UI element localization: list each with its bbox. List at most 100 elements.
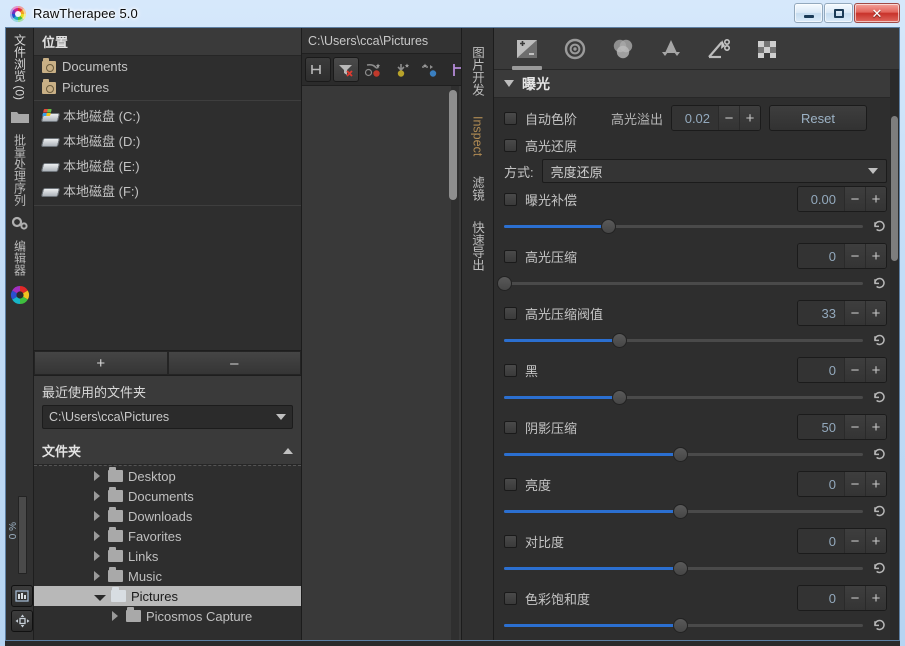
slider-control[interactable]	[504, 332, 863, 348]
slider-checkbox[interactable]	[504, 192, 517, 206]
slider-spinner[interactable]: 0− +	[797, 243, 887, 269]
place-item-pictures[interactable]: Pictures	[34, 77, 301, 98]
place-item-documents[interactable]: Documents	[34, 56, 301, 77]
slider-control[interactable]	[504, 617, 863, 633]
tab-quick-export[interactable]: 快速导出	[468, 211, 487, 281]
slider-spinner[interactable]: 50− +	[797, 414, 887, 440]
slider-increment-button[interactable]: +	[865, 415, 886, 439]
tab-filter[interactable]: 滤镜	[468, 166, 487, 211]
place-item-drive-f[interactable]: 本地磁盘 (F:)	[34, 178, 301, 203]
slider-spinner[interactable]: 33− +	[797, 300, 887, 326]
slider-checkbox[interactable]	[504, 249, 517, 263]
sidebar-tab-batch-queue[interactable]: 批量处理序列	[6, 128, 34, 212]
reset-slider-icon[interactable]	[871, 446, 887, 462]
expand-arrow-icon[interactable]	[94, 531, 103, 541]
slider-decrement-button[interactable]: −	[844, 187, 865, 211]
reset-slider-icon[interactable]	[871, 617, 887, 633]
clip-increment-button[interactable]: +	[739, 106, 761, 130]
reset-slider-icon[interactable]	[871, 560, 887, 576]
exposure-tool-icon[interactable]	[510, 32, 544, 70]
slider-increment-button[interactable]: +	[865, 529, 886, 553]
exposure-section-header[interactable]: 曝光	[494, 70, 899, 98]
slider-checkbox[interactable]	[504, 420, 517, 434]
slider-control[interactable]	[504, 560, 863, 576]
reset-slider-icon[interactable]	[871, 332, 887, 348]
unrated-filter-icon[interactable]	[305, 57, 331, 82]
slider-decrement-button[interactable]: −	[844, 415, 865, 439]
clip-decrement-button[interactable]: −	[718, 106, 740, 130]
reset-slider-icon[interactable]	[871, 389, 887, 405]
slider-checkbox[interactable]	[504, 477, 517, 491]
histogram-icon[interactable]	[11, 585, 33, 607]
thumbnail-scrollbar-track[interactable]	[449, 86, 459, 640]
tree-row[interactable]: Desktop	[34, 466, 301, 486]
place-item-drive-c[interactable]: 本地磁盘 (C:)	[34, 103, 301, 128]
sidebar-tab-editor[interactable]: 编辑器	[6, 234, 34, 282]
slider-increment-button[interactable]: +	[865, 187, 886, 211]
slider-spinner[interactable]: 0− +	[797, 585, 887, 611]
slider-spinner[interactable]: 0.00− +	[797, 186, 887, 212]
slider-control[interactable]	[504, 446, 863, 462]
maximize-button[interactable]	[824, 3, 853, 23]
tree-row[interactable]: Favorites	[34, 526, 301, 546]
color-tool-icon[interactable]	[606, 32, 640, 66]
navigator-pan-icon[interactable]	[11, 610, 33, 632]
slider-checkbox[interactable]	[504, 591, 517, 605]
green-label-filter-icon[interactable]	[417, 57, 443, 82]
place-item-drive-e[interactable]: 本地磁盘 (E:)	[34, 153, 301, 178]
place-item-drive-d[interactable]: 本地磁盘 (D:)	[34, 128, 301, 153]
slider-control[interactable]	[504, 503, 863, 519]
thumbnail-grid[interactable]	[302, 86, 461, 640]
slider-increment-button[interactable]: +	[865, 301, 886, 325]
tree-row[interactable]: Documents	[34, 486, 301, 506]
expand-arrow-icon[interactable]	[94, 571, 103, 581]
expand-arrow-icon[interactable]	[94, 471, 103, 481]
slider-decrement-button[interactable]: −	[844, 244, 865, 268]
reset-slider-icon[interactable]	[871, 218, 887, 234]
expand-arrow-icon[interactable]	[94, 551, 103, 561]
tree-row[interactable]: Links	[34, 546, 301, 566]
slider-spinner[interactable]: 0− +	[797, 528, 887, 554]
tree-row[interactable]: Downloads	[34, 506, 301, 526]
reset-button[interactable]: Reset	[769, 105, 868, 131]
thumbnail-scrollbar-thumb[interactable]	[449, 90, 457, 200]
slider-checkbox[interactable]	[504, 306, 517, 320]
raw-tool-icon[interactable]	[702, 32, 736, 66]
tool-panel-scrollbar-track[interactable]	[890, 70, 899, 640]
method-dropdown[interactable]: 亮度还原	[541, 159, 887, 183]
tab-image-develop[interactable]: 图片开发	[468, 36, 487, 106]
tree-row[interactable]: Picosmos Capture	[34, 606, 301, 626]
blue-label-filter-icon[interactable]	[445, 57, 461, 82]
folder-tree[interactable]: Desktop Documents Downloads Favorites Li…	[34, 465, 301, 640]
expand-arrow-icon[interactable]	[94, 491, 103, 501]
recent-folders-dropdown[interactable]: C:\Users\cca\Pictures	[42, 405, 293, 429]
tree-row-pictures[interactable]: Pictures	[34, 586, 301, 606]
remove-place-button[interactable]: –	[167, 351, 301, 375]
slider-increment-button[interactable]: +	[865, 586, 886, 610]
slider-spinner[interactable]: 0− +	[797, 471, 887, 497]
reset-slider-icon[interactable]	[871, 503, 887, 519]
expand-arrow-icon[interactable]	[94, 511, 103, 521]
transform-tool-icon[interactable]	[654, 32, 688, 66]
add-place-button[interactable]: +	[34, 351, 168, 375]
slider-control[interactable]	[497, 275, 863, 291]
close-button[interactable]: ✕	[854, 3, 900, 23]
tool-panel-scrollbar-thumb[interactable]	[891, 116, 898, 261]
slider-decrement-button[interactable]: −	[844, 301, 865, 325]
red-label-filter-icon[interactable]	[361, 57, 387, 82]
folders-header[interactable]: 文件夹	[34, 437, 301, 465]
slider-increment-button[interactable]: +	[865, 358, 886, 382]
reset-slider-icon[interactable]	[871, 275, 887, 291]
auto-levels-checkbox[interactable]	[504, 111, 517, 125]
expand-arrow-icon[interactable]	[112, 611, 121, 621]
slider-spinner[interactable]: 0− +	[797, 357, 887, 383]
clip-spinner[interactable]: 0.02 − +	[671, 105, 762, 131]
detail-tool-icon[interactable]	[558, 32, 592, 66]
slider-decrement-button[interactable]: −	[844, 358, 865, 382]
slider-checkbox[interactable]	[504, 534, 517, 548]
highlight-recovery-checkbox[interactable]	[504, 138, 517, 152]
slider-decrement-button[interactable]: −	[844, 472, 865, 496]
slider-checkbox[interactable]	[504, 363, 517, 377]
tree-row[interactable]: Music	[34, 566, 301, 586]
collapse-arrow-icon[interactable]	[94, 594, 106, 601]
